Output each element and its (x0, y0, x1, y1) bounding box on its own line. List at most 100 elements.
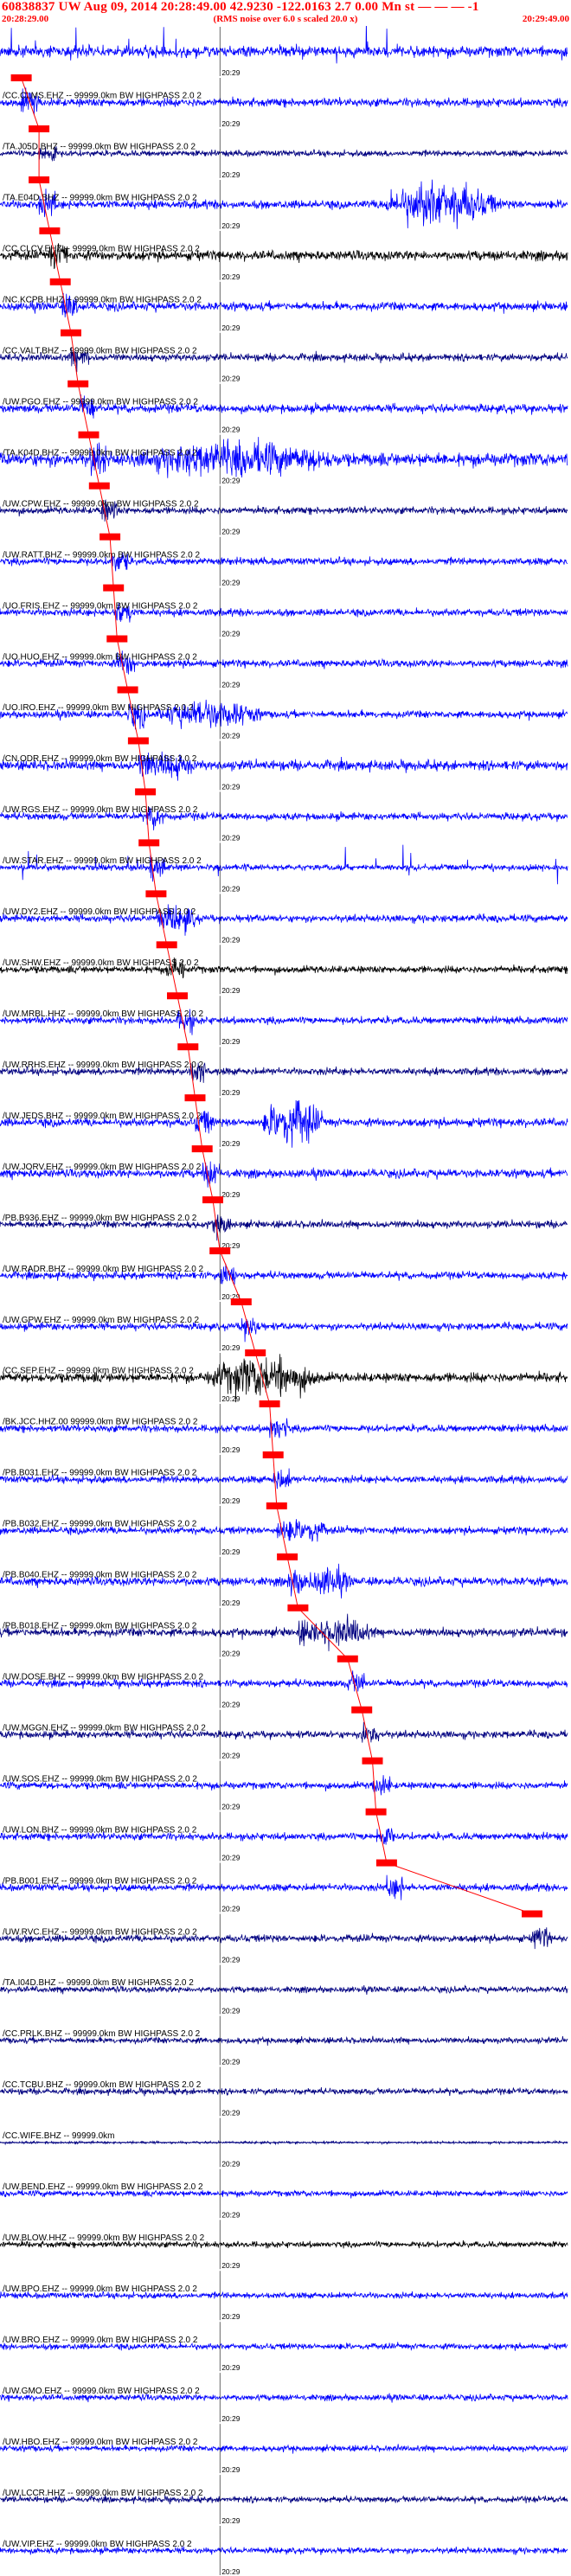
minute-tick-label: 20:29 (221, 1496, 241, 1505)
trace-17: 20:29/UW.DY2.EHZ -- 99999.0km BW HIGHPAS… (0, 890, 568, 944)
minute-tick-label: 20:29 (221, 2159, 241, 2168)
minute-tick-label: 20:29 (221, 375, 241, 383)
station-label: /UW.VIP.EHZ -- 99999.0km BW HIGHPASS 2.0… (3, 2540, 192, 2549)
trace-29: 20:29/PB.B032.EHZ -- 99999.0km BW HIGHPA… (0, 1502, 568, 1556)
trace-23: 20:29/PB.B936.EHZ -- 99999.0km BW HIGHPA… (0, 1196, 568, 1250)
waveform (0, 179, 568, 229)
trace-5: 20:29/NC.KCPB.HHZ -- 99999.0km BW HIGHPA… (0, 278, 568, 332)
station-label: /UW.MGGN.EHZ -- 99999.0km BW HIGHPASS 2.… (3, 1723, 206, 1733)
station-label: /UW.RRHS.EHZ -- 99999.0km BW HIGHPASS 2.… (3, 1061, 204, 1070)
trace-14: 20:29/CN.ODR.EHZ -- 99999.0km BW HIGHPAS… (0, 737, 568, 791)
minute-tick-label: 20:29 (221, 2261, 241, 2270)
station-label: /PB.B018.EHZ -- 99999.0km BW HIGHPASS 2.… (3, 1622, 197, 1631)
waveform (0, 1354, 568, 1403)
station-label: /UW.GPW.EHZ -- 99999.0km BW HIGHPASS 2.0… (3, 1316, 200, 1325)
station-label: /CC.VALT.BHZ -- 99999.0km BW HIGHPASS 2.… (3, 347, 197, 356)
end-time-label: 20:29:49.00 (522, 14, 569, 24)
trace-16: 20:29/UW.STAR.EHZ -- 99999.0km BW HIGHPA… (0, 839, 568, 893)
minute-tick-label: 20:29 (221, 1599, 241, 1607)
station-label: /UW.BLOW.HHZ -- 99999.0km BW HIGHPASS 2.… (3, 2233, 205, 2243)
minute-tick-label: 20:29 (221, 782, 241, 791)
station-label: /UW.HBO.EHZ -- 99999.0km BW HIGHPASS 2.0… (3, 2438, 198, 2447)
trace-38: 20:29/TA.I04D.BHZ -- 99999.0km BW HIGHPA… (0, 1964, 568, 2015)
station-label: /BK.JCC.HHZ.00 99999.0km BW HIGHPASS 2.0… (3, 1418, 198, 1427)
station-label: /UO.FRIS.EHZ -- 99999.0km BW HIGHPASS 2.… (3, 601, 198, 611)
trace-34: 20:29/UW.SOS.EHZ -- 99999.0km BW HIGHPAS… (0, 1757, 568, 1811)
station-label: /UW.RVC.EHZ -- 99999.0km BW HIGHPASS 2.0… (3, 1927, 197, 1937)
minute-tick-label: 20:29 (221, 2567, 241, 2576)
station-label: /PB.B031.EHZ -- 99999.0km BW HIGHPASS 2.… (3, 1469, 197, 1478)
trace-22: 20:29/UW.JORV.EHZ -- 99999.0km BW HIGHPA… (0, 1145, 568, 1199)
minute-tick-label: 20:29 (221, 1701, 241, 1709)
waveform (0, 1613, 568, 1651)
minute-tick-label: 20:29 (221, 935, 241, 944)
minute-tick-label: 20:29 (221, 1854, 241, 1862)
trace-7: 20:29/UW.PGO.EHZ -- 99999.0km BW HIGHPAS… (0, 380, 568, 434)
minute-tick-label: 20:29 (221, 1803, 241, 1811)
minute-tick-label: 20:29 (221, 221, 241, 230)
minute-tick-label: 20:29 (221, 2312, 241, 2321)
station-label: /UW.LCCR.HHZ -- 99999.0km BW HIGHPASS 2.… (3, 2489, 203, 2498)
trace-19: 20:29/UW.MRBL.HHZ -- 99999.0km BW HIGHPA… (0, 992, 568, 1046)
station-label: /UW.BRO.EHZ -- 99999.0km BW HIGHPASS 2.0… (3, 2336, 198, 2345)
minute-tick-label: 20:29 (221, 1445, 241, 1454)
station-label: /TA.K04D.BHZ -- 99999.0km BW HIGHPASS 2.… (3, 448, 197, 458)
trace-13: 20:29/UO.IRO.EHZ -- 99999.0km BW HIGHPAS… (0, 686, 568, 740)
trace-44: 20:29/UW.BPO.EHZ -- 99999.0km BW HIGHPAS… (0, 2271, 568, 2321)
minute-tick-label: 20:29 (221, 884, 241, 893)
trace-43: 20:29/UW.BLOW.HHZ -- 99999.0km BW HIGHPA… (0, 2220, 568, 2270)
trace-15: 20:29/UW.RGS.EHZ -- 99999.0km BW HIGHPAS… (0, 788, 568, 842)
station-label: /UW.JORV.EHZ -- 99999.0km BW HIGHPASS 2.… (3, 1163, 202, 1172)
minute-tick-label: 20:29 (221, 630, 241, 638)
trace-33: 20:29/UW.MGGN.EHZ -- 99999.0km BW HIGHPA… (0, 1706, 568, 1760)
minute-tick-label: 20:29 (221, 986, 241, 995)
event-title: 60838837 UW Aug 09, 2014 20:28:49.00 42.… (2, 0, 479, 14)
station-label: /TA.J05D.BHZ -- 99999.0km BW HIGHPASS 2.… (3, 143, 196, 152)
minute-tick-label: 20:29 (221, 528, 241, 536)
trace-2: 20:29/TA.J05D.BHZ -- 99999.0km BW HIGHPA… (0, 125, 568, 179)
minute-tick-label: 20:29 (221, 2057, 241, 2066)
minute-tick-label: 20:29 (221, 2210, 241, 2219)
minute-tick-label: 20:29 (221, 1190, 241, 1199)
trace-32: 20:29/UW.DOSE.BHZ -- 99999.0km BW HIGHPA… (0, 1655, 568, 1709)
seismogram-plot: 20:29 20:29/CC.CLMS.EHZ -- 99999.0km BW H… (0, 26, 568, 2576)
minute-tick-label: 20:29 (221, 2516, 241, 2525)
minute-tick-label: 20:29 (221, 119, 241, 128)
station-label: /NC.KCPB.HHZ -- 99999.0km BW HIGHPASS 2.… (3, 296, 202, 305)
station-label: /UW.PGO.EHZ -- 99999.0km BW HIGHPASS 2.0… (3, 397, 198, 407)
station-label: /CC.WIFE.BHZ -- 99999.0km (3, 2131, 114, 2141)
plot-header: 60838837 UW Aug 09, 2014 20:28:49.00 42.… (0, 0, 571, 26)
minute-tick-label: 20:29 (221, 2414, 241, 2423)
trace-42: 20:29/UW.BEND.EHZ -- 99999.0km BW HIGHPA… (0, 2169, 568, 2219)
minute-tick-label: 20:29 (221, 579, 241, 587)
trace-39: 20:29/CC.PRLK.BHZ -- 99999.0km BW HIGHPA… (0, 2015, 568, 2066)
trace-4: 20:29/CC.CLCV.EHZ -- 99999.0km BW HIGHPA… (0, 227, 568, 281)
trace-3: 20:29/TA.E04D.BHZ -- 99999.0km BW HIGHPA… (0, 176, 568, 230)
minute-tick-label: 20:29 (221, 1905, 241, 1913)
trace-47: 20:29/UW.HBO.EHZ -- 99999.0km BW HIGHPAS… (0, 2424, 568, 2474)
trace-21: 20:29/UW.JEDS.BHZ -- 99999.0km BW HIGHPA… (0, 1094, 568, 1148)
trace-20: 20:29/UW.RRHS.EHZ -- 99999.0km BW HIGHPA… (0, 1043, 568, 1097)
trace-36: 20:29/PB.B001.EHZ -- 99999.0km BW HIGHPA… (0, 1859, 568, 1913)
trace-1: 20:29/CC.CLMS.EHZ -- 99999.0km BW HIGHPA… (0, 74, 568, 128)
station-label: /UO.IRO.EHZ -- 99999.0km BW HIGHPASS 2.0… (3, 703, 194, 713)
station-label: /CC.PRLK.BHZ -- 99999.0km BW HIGHPASS 2.… (3, 2029, 201, 2039)
station-label: /UW.RATT.BHZ -- 99999.0km BW HIGHPASS 2.… (3, 550, 200, 560)
trace-11: 20:29/UO.FRIS.EHZ -- 99999.0km BW HIGHPA… (0, 584, 568, 638)
minute-tick-label: 20:29 (221, 170, 241, 179)
station-label: /CC.CLCV.EHZ -- 99999.0km BW HIGHPASS 2.… (3, 245, 200, 254)
station-label: /UW.GMO.EHZ -- 99999.0km BW HIGHPASS 2.0… (3, 2387, 200, 2396)
minute-tick-label: 20:29 (221, 272, 241, 281)
station-label: /UW.STAR.EHZ -- 99999.0km BW HIGHPASS 2.… (3, 856, 202, 866)
trace-31: 20:29/PB.B018.EHZ -- 99999.0km BW HIGHPA… (0, 1604, 568, 1658)
minute-tick-label: 20:29 (221, 833, 241, 842)
station-label: /UW.CPW.EHZ -- 99999.0km BW HIGHPASS 2.0… (3, 499, 199, 509)
trace-35: 20:29/UW.LON.BHZ -- 99999.0km BW HIGHPAS… (0, 1808, 568, 1862)
station-label: /UW.DY2.EHZ -- 99999.0km BW HIGHPASS 2.0… (3, 907, 196, 917)
minute-tick-label: 20:29 (221, 1548, 241, 1556)
minute-tick-label: 20:29 (221, 680, 241, 689)
minute-tick-label: 20:29 (221, 477, 241, 485)
station-label: /TA.E04D.BHZ -- 99999.0km BW HIGHPASS 2.… (3, 194, 197, 203)
station-label: /UW.BPO.EHZ -- 99999.0km BW HIGHPASS 2.0… (3, 2284, 197, 2294)
minute-tick-label: 20:29 (221, 2363, 241, 2372)
